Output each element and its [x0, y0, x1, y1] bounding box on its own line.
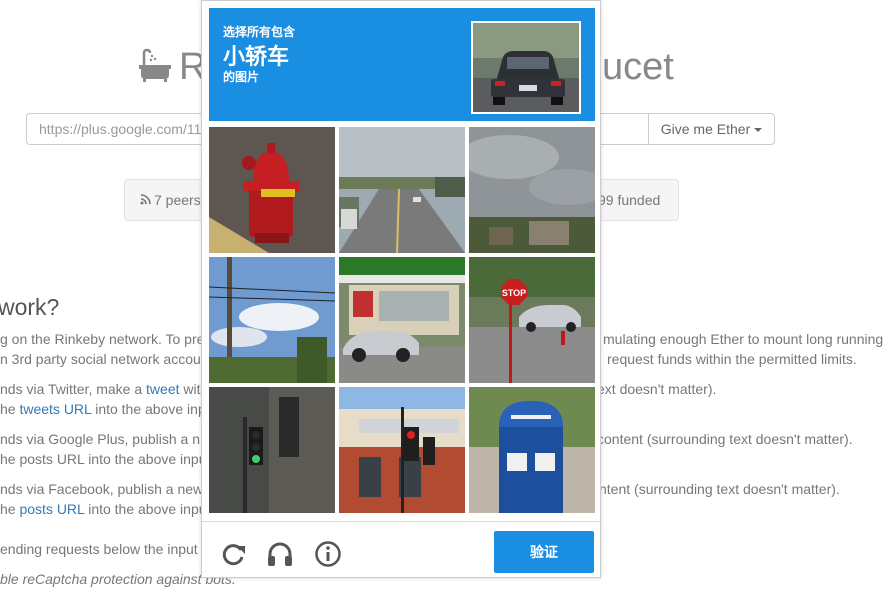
paragraph-line: n 3rd party social network accou [0, 351, 201, 367]
captcha-tile-bank-traffic-light[interactable] [339, 387, 465, 513]
captcha-instruction: 选择所有包含 [223, 25, 296, 39]
captcha-challenge: 选择所有包含 小轿车 的图片 STOP 验证 [201, 0, 601, 578]
funded-stat: 99 funded [598, 192, 661, 208]
rss-icon [140, 194, 151, 205]
url-input-end[interactable] [600, 113, 649, 145]
reload-icon[interactable] [219, 540, 247, 568]
info-icon[interactable] [314, 540, 342, 568]
paragraph-line: he posts URL into the above inpu [0, 451, 207, 467]
captcha-tile-cloudy-sky[interactable] [469, 127, 595, 253]
paragraph-text: he [0, 501, 20, 517]
paragraph-text: wit [179, 381, 201, 397]
give-me-ether-button[interactable]: Give me Ether [648, 113, 775, 145]
svg-text:STOP: STOP [502, 288, 526, 298]
paragraph-line: nds via Facebook, publish a new [0, 481, 204, 497]
paragraph-line: nds via Twitter, make a tweet wit [0, 381, 201, 397]
paragraph-line: content (surrounding text doesn't matter… [597, 431, 853, 447]
paragraph-line: he posts URL into the above inpu [0, 501, 207, 517]
peers-stat: 7 peers [140, 192, 201, 208]
section-title: work? [0, 294, 60, 320]
captcha-tile-road-truck[interactable] [339, 127, 465, 253]
paragraph-line: request funds within the permitted limit… [607, 351, 857, 367]
captcha-sample-image [471, 21, 581, 114]
captcha-tile-stop-sign-car[interactable]: STOP [469, 257, 595, 383]
posts-url-link[interactable]: posts URL [19, 501, 84, 517]
audio-icon[interactable] [266, 540, 294, 568]
bathtub-icon [139, 48, 171, 82]
give-me-ether-label: Give me Ether [660, 121, 751, 137]
captcha-tile-power-lines[interactable] [209, 257, 335, 383]
paragraph-line: ntent (surrounding text doesn't matter). [599, 481, 840, 497]
tweet-link[interactable]: tweet [146, 381, 179, 397]
peers-text: 7 peers [154, 192, 201, 208]
captcha-header: 选择所有包含 小轿车 的图片 [209, 8, 595, 121]
paragraph-line: ext doesn't matter). [597, 381, 717, 397]
page-title-end: ucet [602, 46, 674, 88]
paragraph-line: he tweets URL into the above inpu [0, 401, 214, 417]
paragraph-line: ending requests below the input f [0, 541, 206, 557]
paragraph-text: nds via Twitter, make a [0, 381, 147, 397]
captcha-tile-blue-mailbox[interactable] [469, 387, 595, 513]
captcha-tile-gas-station-car[interactable] [339, 257, 465, 383]
caret-down-icon [754, 128, 763, 133]
paragraph-line: nds via Google Plus, publish a n [0, 431, 201, 447]
paragraph-text: into the above inpu [91, 401, 214, 417]
paragraph-text: he [0, 401, 20, 417]
captcha-target-object: 小轿车 [223, 44, 290, 69]
paragraph-text: into the above inpu [84, 501, 207, 517]
paragraph-line: g on the Rinkeby network. To prev [0, 331, 212, 347]
tweets-url-link[interactable]: tweets URL [19, 401, 91, 417]
verify-button[interactable]: 验证 [494, 531, 594, 573]
captcha-tile-traffic-light-building[interactable] [209, 387, 335, 513]
captcha-tile-fire-hydrant[interactable] [209, 127, 335, 253]
paragraph-line: mulating enough Ether to mount long runn… [603, 331, 887, 347]
captcha-footer: 验证 [202, 521, 600, 578]
captcha-instruction-suffix: 的图片 [223, 70, 260, 84]
